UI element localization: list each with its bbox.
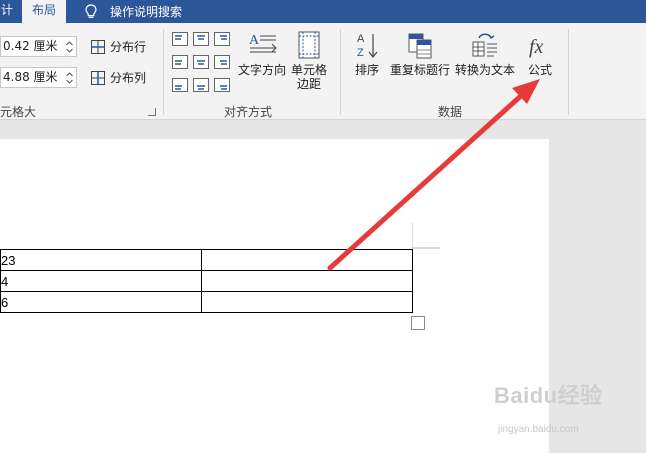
- align-bottom-left-icon[interactable]: [172, 78, 188, 92]
- distribute-rows-icon: [91, 39, 105, 54]
- align-middle-center-icon[interactable]: [193, 55, 209, 69]
- align-bottom-right-icon[interactable]: [214, 78, 230, 92]
- align-middle-right-icon[interactable]: [214, 55, 230, 69]
- distribute-rows-label: 分布行: [110, 40, 147, 54]
- document-page[interactable]: 23 4 6: [0, 139, 549, 453]
- svg-text:Z: Z: [357, 47, 364, 59]
- text-direction-label: 文字方向: [237, 63, 286, 77]
- svg-text:A: A: [249, 33, 260, 48]
- formula-fx-icon: fx: [529, 36, 544, 58]
- alignment-group-label: 对齐方式: [223, 105, 272, 119]
- align-middle-left-icon[interactable]: [172, 55, 188, 69]
- sort-label: 排序: [354, 63, 379, 77]
- text-direction-button[interactable]: A 文字方向: [236, 30, 288, 77]
- align-top-right-icon[interactable]: [214, 32, 230, 46]
- tab-layout[interactable]: 布局: [22, 0, 66, 23]
- watermark: Baidu经验 jingyan.baidu.com: [494, 378, 644, 453]
- watermark-text: Baidu经验: [494, 383, 603, 408]
- tab-design-partial[interactable]: 计: [0, 0, 14, 23]
- watermark-url: jingyan.baidu.com: [498, 424, 579, 435]
- lightbulb-icon: [85, 3, 97, 18]
- align-top-left-icon[interactable]: [172, 32, 188, 46]
- table-resize-handle[interactable]: [411, 316, 425, 330]
- col-width-spinner[interactable]: 4.88 厘米: [0, 67, 77, 88]
- distribute-cols-button[interactable]: 分布列: [90, 69, 146, 86]
- table-cell[interactable]: [201, 291, 413, 313]
- text-direction-icon: A: [249, 33, 277, 53]
- tell-me-label: 操作说明搜索: [110, 5, 183, 19]
- formula-button[interactable]: fx 公式: [522, 30, 558, 77]
- table-row: 6: [0, 291, 413, 313]
- repeat-header-rows-button[interactable]: 重复标题行: [388, 30, 452, 77]
- convert-to-text-icon: [472, 33, 497, 57]
- repeat-header-icon: [408, 33, 432, 59]
- row-height-value: 0.42 厘米: [3, 39, 58, 53]
- distribute-rows-button[interactable]: 分布行: [90, 38, 146, 55]
- align-top-center-icon[interactable]: [193, 32, 209, 46]
- table-row: 23: [0, 249, 413, 271]
- table-cell[interactable]: 6: [0, 291, 202, 313]
- cell-margins-label-2: 边距: [296, 77, 321, 91]
- cell-size-dialog-launcher-icon[interactable]: [148, 108, 156, 116]
- group-separator: [340, 29, 341, 115]
- group-separator: [568, 29, 569, 115]
- col-width-value: 4.88 厘米: [3, 70, 58, 84]
- row-height-spinner[interactable]: 0.42 厘米: [0, 36, 77, 57]
- align-bottom-center-icon[interactable]: [193, 78, 209, 92]
- svg-text:A: A: [357, 33, 365, 45]
- ribbon: 0.42 厘米 4.88 厘米 分布行 分布列 元格大小: [0, 23, 646, 136]
- convert-to-text-label: 转换为文本: [454, 63, 515, 77]
- table-cell[interactable]: 4: [0, 270, 202, 292]
- distribute-cols-label: 分布列: [110, 71, 147, 85]
- formula-label: 公式: [527, 63, 552, 77]
- table-cell[interactable]: [201, 270, 413, 292]
- data-group-label: 数据: [437, 105, 462, 119]
- margin-corner-mark: [412, 223, 440, 249]
- group-separator: [163, 29, 164, 115]
- table-row: 4: [0, 270, 413, 292]
- cell-margins-icon: [298, 31, 320, 59]
- table-cell[interactable]: [201, 249, 413, 271]
- ribbon-tab-bar: 计 布局 操作说明搜索: [0, 0, 646, 23]
- sort-button[interactable]: A Z 排序: [349, 30, 385, 77]
- table-cell[interactable]: 23: [0, 249, 202, 271]
- word-table[interactable]: 23 4 6: [0, 249, 413, 313]
- cell-margins-label-1: 单元格: [290, 63, 327, 77]
- distribute-cols-icon: [91, 70, 105, 85]
- convert-to-text-button[interactable]: 转换为文本: [453, 30, 517, 77]
- repeat-header-label: 重复标题行: [389, 63, 450, 77]
- sort-icon: A Z: [357, 33, 378, 59]
- spinner-arrows-icon[interactable]: [66, 40, 73, 54]
- cell-margins-button[interactable]: 单元格 边距: [290, 30, 328, 91]
- spinner-arrows-icon[interactable]: [66, 71, 73, 85]
- tell-me-search[interactable]: 操作说明搜索: [84, 0, 182, 23]
- svg-text:fx: fx: [529, 36, 544, 58]
